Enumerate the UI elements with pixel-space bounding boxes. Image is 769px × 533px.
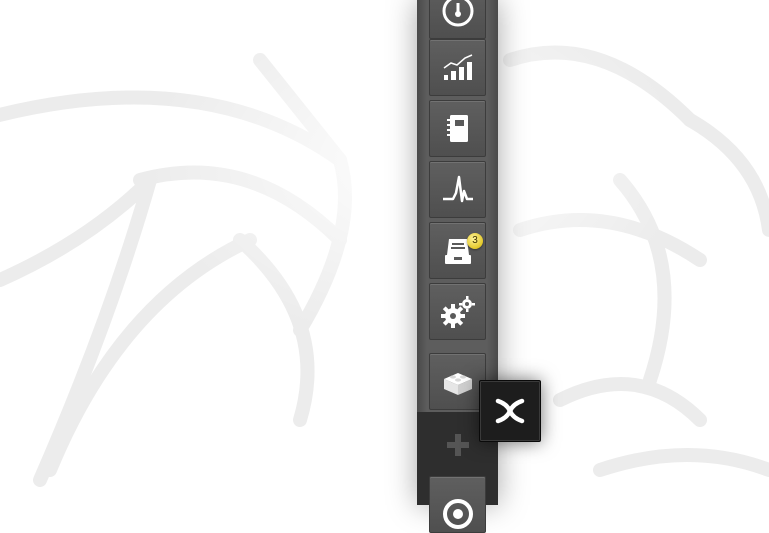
dock-item-notebook[interactable] <box>429 100 486 157</box>
dock-item-extensions[interactable] <box>429 353 486 410</box>
plus-icon <box>446 434 469 456</box>
close-popover-button[interactable] <box>479 380 541 442</box>
close-x-icon <box>495 398 525 424</box>
dock-item-statistics[interactable] <box>429 39 486 96</box>
dock-item-inbox[interactable]: 3 <box>429 222 486 279</box>
bar-chart-icon <box>443 53 472 80</box>
pulse-icon <box>442 175 473 202</box>
notebook-icon <box>446 114 468 142</box>
unread-count-badge: 3 <box>467 233 483 249</box>
gears-icon <box>440 295 475 328</box>
circular-icon <box>442 498 473 529</box>
spider-web-background <box>0 0 769 487</box>
dock-item-activity[interactable] <box>429 161 486 218</box>
speedometer-icon <box>442 0 473 26</box>
lego-brick-icon <box>443 372 472 395</box>
add-item-button[interactable] <box>429 416 486 474</box>
dock-item-dashboard[interactable] <box>429 0 486 39</box>
dock-item-settings[interactable] <box>429 283 486 340</box>
